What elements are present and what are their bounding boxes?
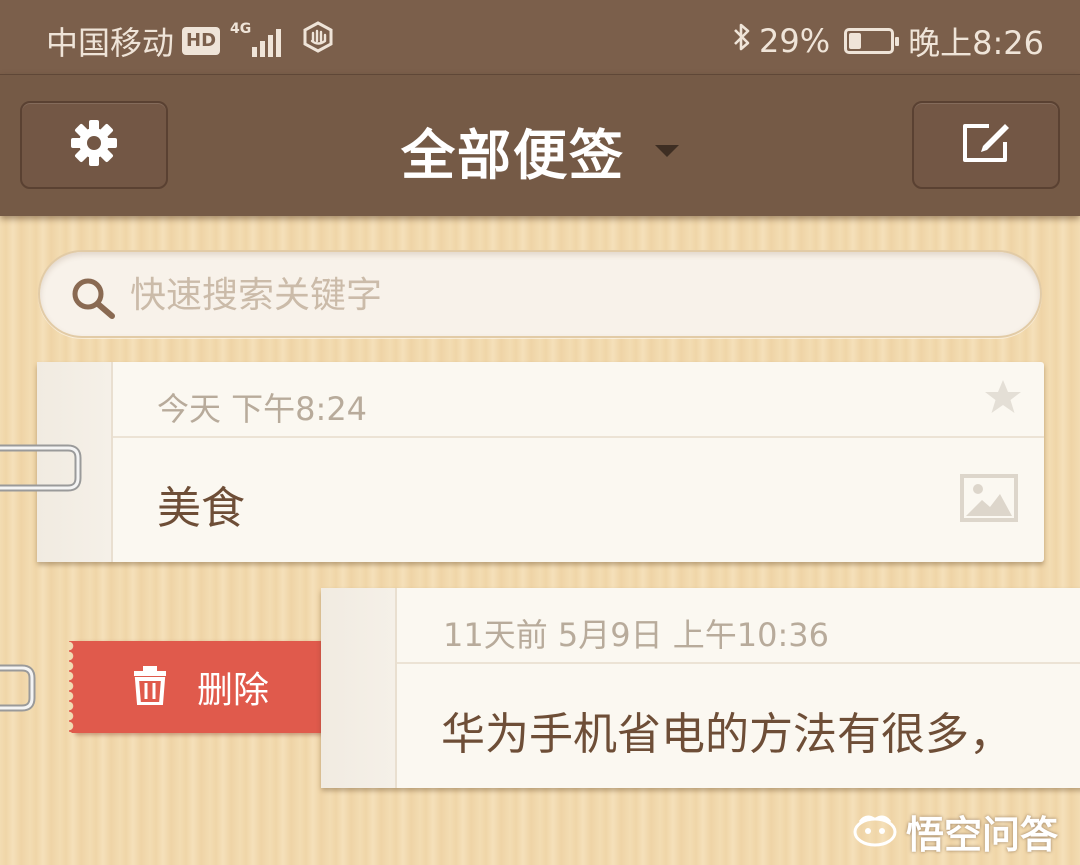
search-icon bbox=[70, 276, 118, 324]
divider bbox=[397, 662, 1080, 664]
trash-icon bbox=[133, 665, 167, 709]
status-left: 中国移动 HD 4G bbox=[46, 18, 334, 64]
page-title: 全部便签 bbox=[401, 124, 625, 187]
delete-button[interactable]: 删除 bbox=[69, 641, 325, 733]
note-card[interactable]: 今天 下午8:24 美食 bbox=[37, 362, 1044, 562]
battery-percent: 29% bbox=[759, 22, 831, 60]
carrier-name: 中国移动 bbox=[46, 24, 175, 62]
wukong-logo-icon bbox=[852, 812, 898, 852]
hd-badge: HD bbox=[182, 27, 221, 55]
paperclip-icon bbox=[0, 660, 36, 718]
note-date: 今天 下午8:24 bbox=[157, 390, 368, 428]
chevron-down-icon bbox=[655, 144, 679, 157]
battery-icon bbox=[844, 28, 900, 54]
note-content: 美食 bbox=[157, 483, 245, 534]
bluetooth-icon bbox=[731, 21, 753, 61]
watermark: 悟空问答 bbox=[852, 804, 1058, 859]
clock: 晚上8:26 bbox=[908, 24, 1044, 62]
search-input[interactable] bbox=[130, 268, 1010, 322]
status-right: 29% 晚上8:26 bbox=[731, 18, 1044, 64]
note-date: 11天前 5月9日 上午10:36 bbox=[443, 616, 830, 654]
divider bbox=[113, 436, 1044, 438]
network-type: 4G bbox=[230, 21, 252, 37]
status-bar: 中国移动 HD 4G 29% 晚上8:26 bbox=[0, 0, 1080, 74]
star-icon[interactable] bbox=[984, 378, 1022, 420]
delete-label: 删除 bbox=[197, 670, 270, 711]
compose-icon bbox=[959, 120, 1013, 170]
search-bar[interactable] bbox=[38, 250, 1042, 338]
watermark-text: 悟空问答 bbox=[905, 813, 1058, 857]
note-card[interactable]: 11天前 5月9日 上午10:36 华为手机省电的方法有很多， bbox=[321, 588, 1080, 788]
compose-button[interactable] bbox=[912, 101, 1060, 189]
app-header: 全部便签 bbox=[0, 74, 1080, 216]
shield-hex-icon bbox=[302, 21, 334, 61]
signal-icon: 4G bbox=[230, 21, 284, 57]
note-margin bbox=[321, 588, 397, 788]
paperclip-icon bbox=[0, 440, 82, 498]
image-icon bbox=[960, 474, 1018, 526]
note-content: 华为手机省电的方法有很多， bbox=[441, 709, 1013, 760]
